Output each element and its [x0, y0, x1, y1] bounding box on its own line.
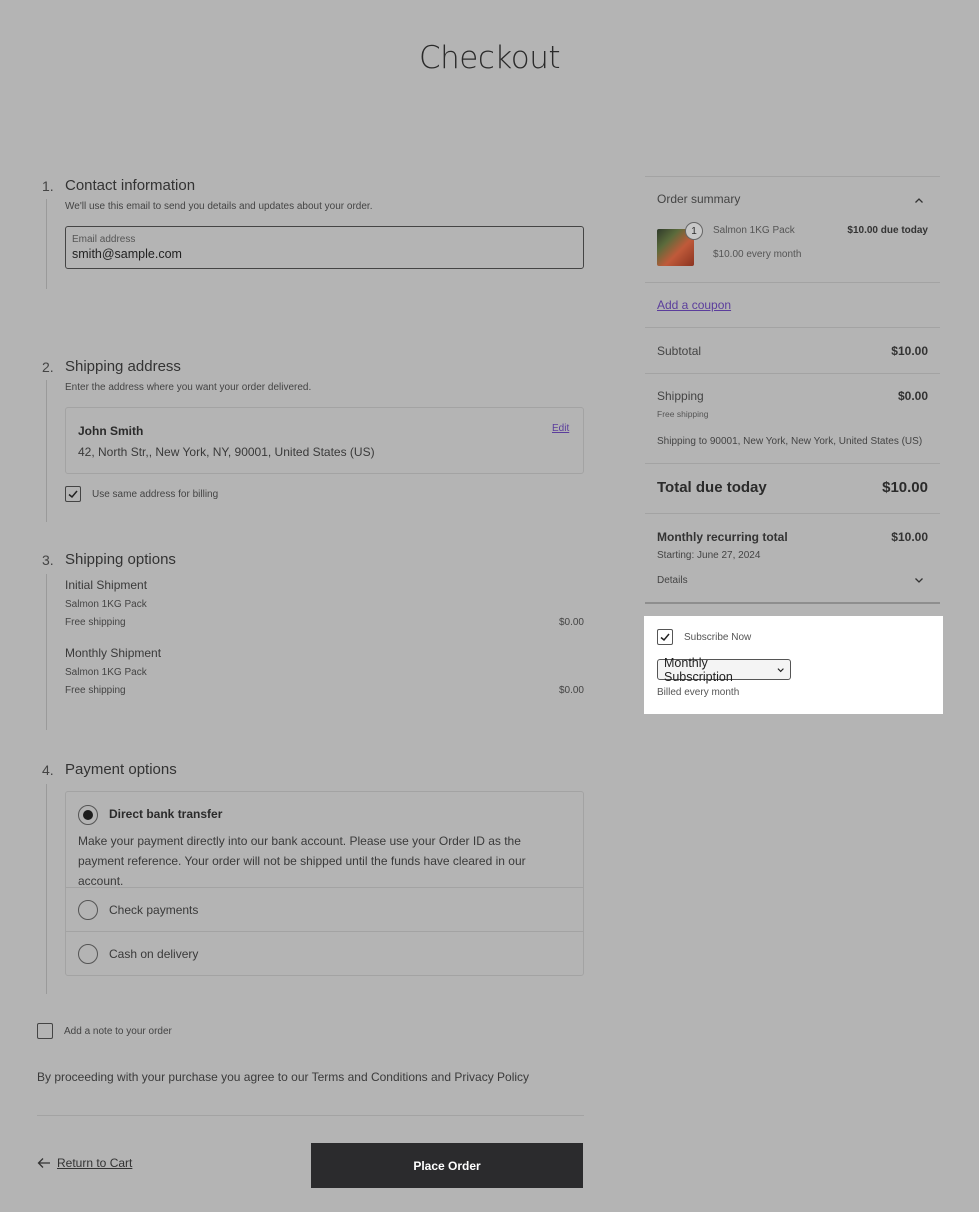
contact-section-title: Contact information	[65, 177, 196, 194]
step-number-payment: 4.	[42, 762, 54, 778]
subtotal-value: $10.00	[891, 344, 928, 358]
subtotal-label: Subtotal	[657, 344, 702, 358]
email-field-value[interactable]: smith@sample.com	[72, 247, 182, 261]
place-order-label: Place Order	[413, 1158, 481, 1173]
payment-option-bank-transfer[interactable]: Direct bank transfer Make your payment d…	[66, 792, 583, 888]
place-order-button[interactable]: Place Order	[311, 1143, 583, 1188]
checkmark-icon	[660, 633, 670, 642]
shipping-group-method: Free shipping	[65, 685, 126, 696]
payment-radio-selected[interactable]	[78, 805, 98, 825]
shipping-group-monthly[interactable]: Monthly Shipment Salmon 1KG Pack Free sh…	[65, 646, 584, 698]
total-value: $10.00	[882, 479, 928, 496]
quantity-badge: 1	[685, 222, 703, 240]
step-rail	[46, 199, 47, 289]
shipping-group-initial[interactable]: Initial Shipment Salmon 1KG Pack Free sh…	[65, 578, 584, 630]
payment-option-check[interactable]: Check payments	[66, 888, 583, 931]
same-billing-label: Use same address for billing	[92, 489, 219, 500]
same-billing-checkbox[interactable]	[65, 486, 81, 502]
shipping-destination: Shipping to 90001, New York, New York, U…	[657, 436, 923, 447]
arrow-left-icon	[37, 1158, 50, 1168]
subscribe-now-label: Subscribe Now	[684, 632, 752, 643]
email-field-label: Email address	[72, 234, 136, 245]
shipping-group-item: Salmon 1KG Pack	[65, 667, 147, 678]
payment-option-cod[interactable]: Cash on delivery	[66, 932, 583, 975]
subscription-plan-value: Monthly Subscription	[664, 655, 733, 684]
address-line: 42, North Str,, New York, NY, 90001, Uni…	[78, 445, 375, 459]
terms-text: By proceeding with your purchase you agr…	[37, 1070, 530, 1084]
payment-radio[interactable]	[78, 900, 98, 920]
step-rail	[46, 574, 47, 730]
subscription-panel: Subscribe Now Monthly Subscription Bille…	[644, 616, 943, 714]
shipping-method: Free shipping	[657, 409, 709, 419]
divider	[645, 513, 940, 514]
shipping-group-title: Initial Shipment	[65, 578, 148, 592]
shipping-address-section-description: Enter the address where you want your or…	[65, 382, 312, 393]
recurring-total-value: $10.00	[891, 530, 928, 544]
contact-section-description: We'll use this email to send you details…	[65, 201, 373, 212]
address-card: John Smith 42, North Str,, New York, NY,…	[65, 407, 584, 474]
payment-option-label: Check payments	[109, 903, 199, 917]
order-summary-title: Order summary	[657, 192, 741, 206]
edit-address-link[interactable]: Edit	[552, 423, 569, 434]
shipping-group-price: $0.00	[558, 685, 584, 696]
email-field[interactable]: Email address smith@sample.com	[65, 226, 584, 269]
order-summary-toggle[interactable]: Order summary	[645, 177, 940, 211]
address-name: John Smith	[78, 424, 144, 438]
recurring-details-toggle[interactable]: Details	[645, 568, 940, 594]
divider	[645, 373, 940, 374]
details-label: Details	[657, 575, 688, 586]
step-number-contact: 1.	[42, 178, 54, 194]
add-coupon-link[interactable]: Add a coupon	[657, 298, 731, 312]
payment-option-label: Direct bank transfer	[109, 807, 223, 821]
payment-section-title: Payment options	[65, 761, 177, 778]
recurring-start-date: Starting: June 27, 2024	[657, 550, 761, 561]
billing-frequency-note: Billed every month	[657, 687, 740, 698]
payment-option-description: Make your payment directly into our bank…	[78, 834, 526, 888]
product-recurring-price: $10.00 every month	[713, 249, 802, 260]
step-rail	[46, 784, 47, 994]
return-to-cart-label: Return to Cart	[57, 1156, 133, 1170]
recurring-total-label: Monthly recurring total	[657, 530, 788, 544]
shipping-options-section-title: Shipping options	[65, 551, 176, 568]
order-note-checkbox[interactable]	[37, 1023, 53, 1039]
radio-dot-icon	[83, 810, 93, 820]
step-number-shipping-address: 2.	[42, 359, 54, 375]
shipping-group-price: $0.00	[558, 617, 584, 628]
shipping-address-section-title: Shipping address	[65, 358, 181, 375]
shipping-group-title: Monthly Shipment	[65, 646, 162, 660]
chevron-down-icon	[915, 578, 923, 583]
subscription-plan-select[interactable]: Monthly Subscription	[657, 656, 791, 684]
step-number-shipping-options: 3.	[42, 552, 54, 568]
divider	[645, 282, 940, 283]
divider	[645, 602, 940, 604]
total-label: Total due today	[657, 479, 767, 496]
divider	[645, 463, 940, 464]
order-summary-item: 1 Salmon 1KG Pack $10.00 due today $10.0…	[645, 218, 940, 272]
payment-radio[interactable]	[78, 944, 98, 964]
page-title: Checkout	[418, 40, 561, 76]
divider	[645, 327, 940, 328]
chevron-down-icon	[777, 667, 784, 672]
shipping-group-item: Salmon 1KG Pack	[65, 599, 147, 610]
step-rail	[46, 380, 47, 522]
product-name: Salmon 1KG Pack	[713, 225, 795, 236]
return-to-cart-link[interactable]: Return to Cart	[37, 1156, 132, 1170]
order-note-label: Add a note to your order	[64, 1026, 172, 1037]
chevron-up-icon	[915, 198, 923, 203]
product-price: $10.00 due today	[847, 225, 928, 236]
checkmark-icon	[68, 490, 78, 499]
divider	[37, 1115, 584, 1116]
shipping-label: Shipping	[657, 389, 704, 403]
shipping-group-method: Free shipping	[65, 617, 126, 628]
payment-option-label: Cash on delivery	[109, 947, 199, 961]
payment-methods-list: Direct bank transfer Make your payment d…	[65, 791, 584, 976]
shipping-value: $0.00	[897, 389, 928, 403]
subscribe-now-checkbox[interactable]	[657, 629, 673, 645]
